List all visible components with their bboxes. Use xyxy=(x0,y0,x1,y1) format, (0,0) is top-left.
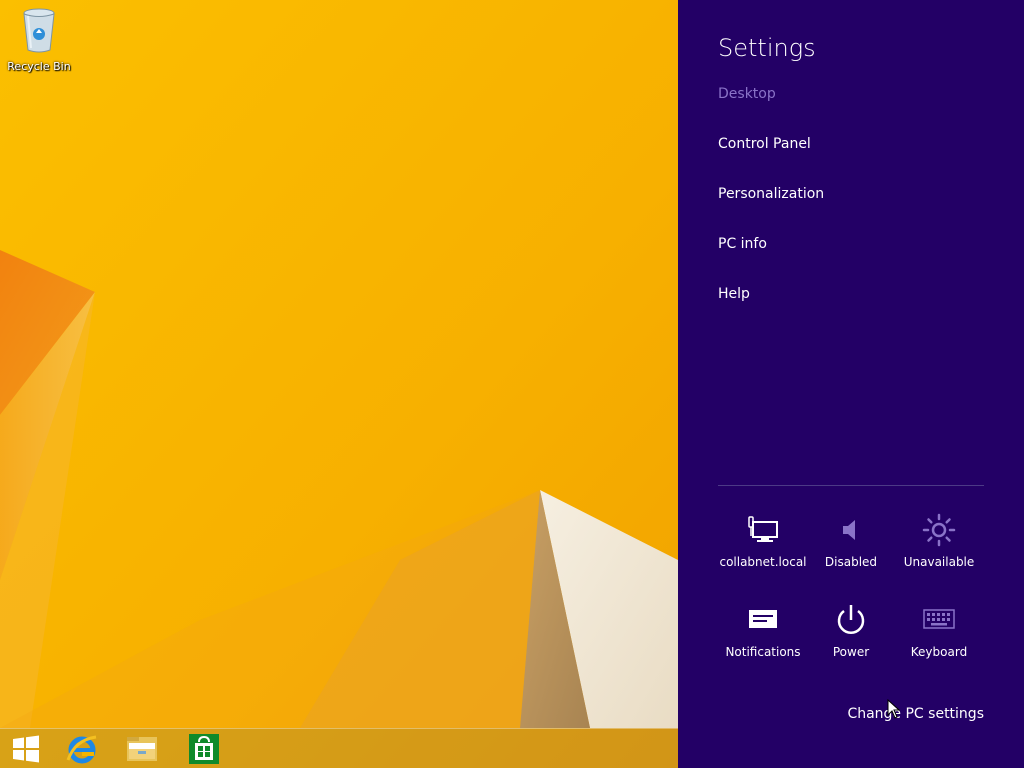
power-tile[interactable]: Power xyxy=(807,603,895,659)
charm-title: Settings xyxy=(718,34,816,62)
change-pc-settings-link[interactable]: Change PC settings xyxy=(847,706,984,722)
file-explorer-button[interactable] xyxy=(116,729,168,768)
recycle-bin-label: Recycle Bin xyxy=(7,60,71,73)
internet-explorer-button[interactable] xyxy=(56,729,108,768)
store-button[interactable] xyxy=(178,729,230,768)
charm-context-label: Desktop xyxy=(718,86,776,102)
keyboard-tile[interactable]: Keyboard xyxy=(895,603,983,659)
volume-icon xyxy=(843,520,855,540)
network-tile[interactable]: collabnet.local xyxy=(719,513,807,569)
personalization-link[interactable]: Personalization xyxy=(718,186,824,202)
control-panel-link[interactable]: Control Panel xyxy=(718,136,811,152)
taskbar xyxy=(0,728,678,768)
notifications-icon xyxy=(749,610,777,628)
brightness-tile[interactable]: Unavailable xyxy=(895,513,983,569)
power-icon xyxy=(837,605,865,634)
mouse-cursor-icon xyxy=(887,699,901,719)
brightness-label: Unavailable xyxy=(903,555,975,569)
start-button[interactable] xyxy=(0,729,52,768)
network-label: collabnet.local xyxy=(719,555,807,569)
pc-info-link[interactable]: PC info xyxy=(718,236,767,252)
store-icon xyxy=(189,734,219,764)
brightness-icon xyxy=(922,513,956,547)
recycle-bin-icon xyxy=(23,8,55,53)
keyboard-label: Keyboard xyxy=(910,645,968,659)
volume-tile[interactable]: Disabled xyxy=(807,513,895,569)
internet-explorer-icon xyxy=(66,735,97,764)
desktop: Recycle Bin xyxy=(0,0,678,768)
notifications-label: Notifications xyxy=(725,645,801,659)
keyboard-icon xyxy=(923,609,955,629)
help-link[interactable]: Help xyxy=(718,286,750,302)
divider xyxy=(718,485,984,486)
network-icon xyxy=(748,516,778,542)
windows-logo-icon xyxy=(13,735,39,763)
settings-charm-panel: Settings Desktop Control Panel Personali… xyxy=(678,0,1024,768)
volume-label: Disabled xyxy=(824,555,878,569)
wallpaper xyxy=(0,0,678,768)
power-label: Power xyxy=(832,645,870,659)
recycle-bin[interactable]: Recycle Bin xyxy=(4,6,74,73)
notifications-tile[interactable]: Notifications xyxy=(719,603,807,659)
folder-icon xyxy=(127,737,157,761)
